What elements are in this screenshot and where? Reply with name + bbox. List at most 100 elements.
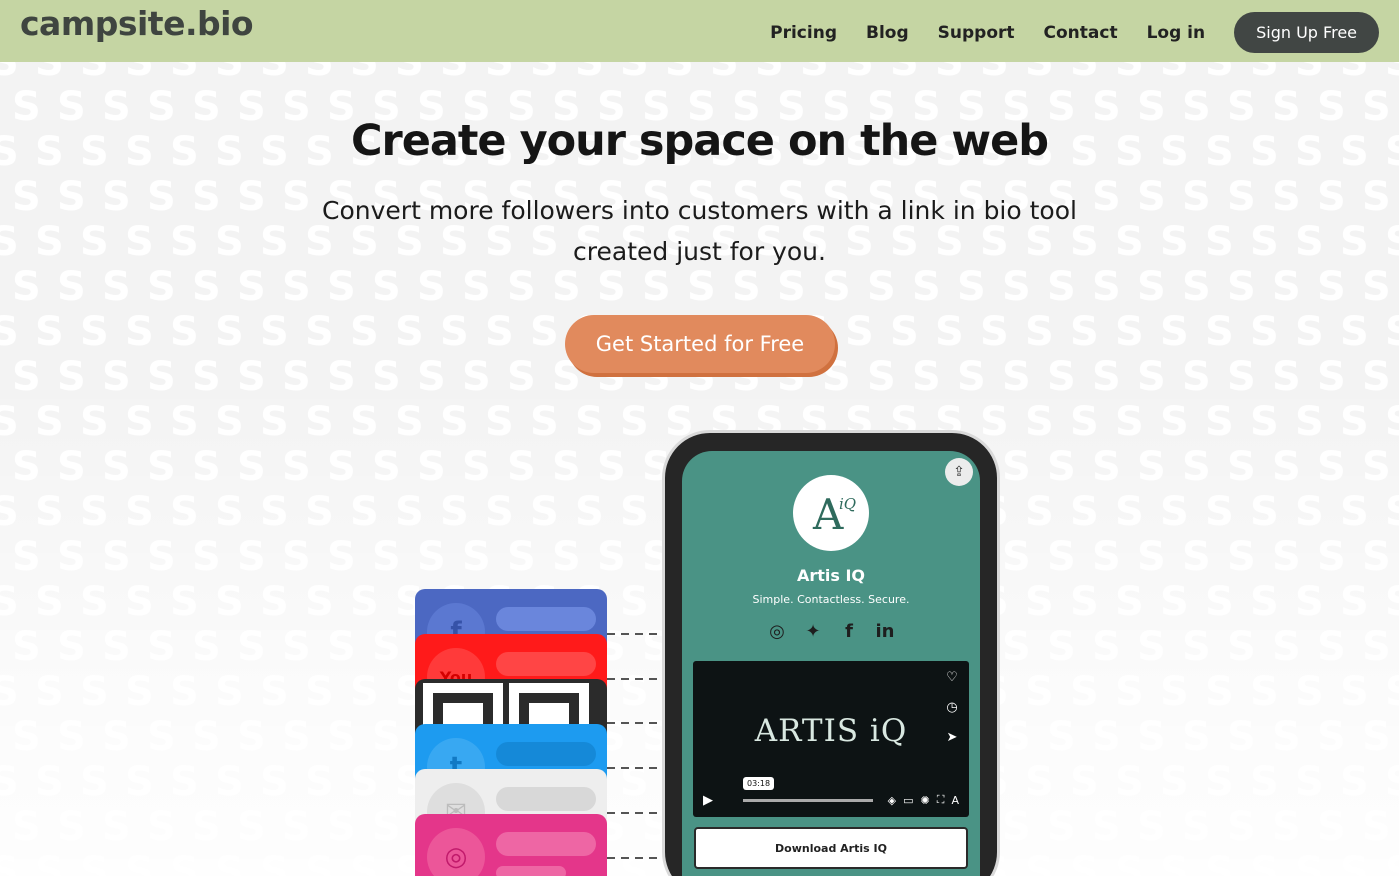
pattern-s-mark: S bbox=[57, 174, 86, 220]
pattern-s-mark: S bbox=[125, 309, 154, 355]
pattern-s-mark: S bbox=[1070, 62, 1099, 85]
pattern-s-mark: S bbox=[1115, 309, 1144, 355]
settings-icon[interactable]: ✺ bbox=[921, 794, 930, 807]
pattern-s-mark: S bbox=[1227, 264, 1256, 310]
pattern-s-mark: S bbox=[35, 309, 64, 355]
pattern-s-mark: S bbox=[170, 309, 199, 355]
pattern-s-mark: S bbox=[305, 309, 334, 355]
video-side-actions: ♡ ◷ ➤ bbox=[941, 667, 963, 757]
pattern-s-mark: S bbox=[822, 264, 851, 310]
pattern-s-mark: S bbox=[417, 264, 446, 310]
pattern-s-mark: S bbox=[1070, 309, 1099, 355]
pattern-s-mark: S bbox=[372, 264, 401, 310]
download-button[interactable]: Download Artis IQ bbox=[694, 827, 968, 869]
pattern-s-mark: S bbox=[1295, 309, 1324, 355]
pattern-s-mark: S bbox=[125, 219, 154, 265]
linkedin-icon[interactable]: in bbox=[874, 621, 896, 643]
pattern-s-mark: S bbox=[665, 62, 694, 85]
logo[interactable]: campsite.bio bbox=[20, 4, 254, 43]
send-icon[interactable]: ➤ bbox=[941, 727, 963, 749]
pattern-s-mark: S bbox=[395, 309, 424, 355]
profile-tagline: Simple. Contactless. Secure. bbox=[752, 593, 910, 606]
nav-login[interactable]: Log in bbox=[1147, 23, 1206, 43]
pattern-s-mark: S bbox=[1272, 174, 1301, 220]
pattern-s-mark: S bbox=[1385, 222, 1399, 262]
play-icon[interactable]: ▶ bbox=[703, 793, 723, 808]
social-icons: ◎ ✦ f in bbox=[682, 621, 980, 643]
pattern-s-mark: S bbox=[1250, 309, 1279, 355]
pattern-s-mark: S bbox=[1362, 174, 1391, 220]
progress-bar[interactable] bbox=[743, 798, 873, 802]
pattern-s-mark: S bbox=[597, 264, 626, 310]
nav-support[interactable]: Support bbox=[938, 23, 1015, 43]
profile-name: Artis IQ bbox=[796, 566, 866, 585]
share-icon[interactable]: ⇪ bbox=[945, 458, 973, 486]
captions-icon[interactable]: ▭ bbox=[903, 794, 913, 807]
pattern-s-mark: S bbox=[440, 309, 469, 355]
pattern-s-mark: S bbox=[327, 264, 356, 310]
link-cards-stack: f You t ✉ ◎ bbox=[415, 589, 607, 876]
heart-icon[interactable]: ♡ bbox=[941, 667, 963, 689]
pattern-s-mark: S bbox=[890, 309, 919, 355]
pattern-s-mark: S bbox=[305, 62, 334, 85]
pattern-s-mark: S bbox=[102, 174, 131, 220]
pattern-s-mark: S bbox=[530, 62, 559, 85]
pattern-s-mark: S bbox=[80, 219, 109, 265]
pattern-s-mark: S bbox=[0, 309, 19, 355]
main-nav: Pricing Blog Support Contact Log in Sign… bbox=[770, 12, 1379, 53]
pattern-s-mark: S bbox=[845, 309, 874, 355]
connector-line bbox=[607, 767, 663, 769]
pattern-s-mark: S bbox=[350, 309, 379, 355]
pattern-s-mark: S bbox=[170, 219, 199, 265]
pattern-s-mark: S bbox=[80, 309, 109, 355]
pattern-s-mark: S bbox=[530, 309, 559, 355]
pattern-s-mark: S bbox=[282, 264, 311, 310]
pattern-s-mark: S bbox=[215, 62, 244, 85]
twitter-icon[interactable]: ✦ bbox=[802, 621, 824, 643]
pattern-s-mark: S bbox=[912, 264, 941, 310]
pattern-s-mark: S bbox=[1025, 62, 1054, 85]
pattern-s-mark: S bbox=[1362, 264, 1391, 310]
pattern-s-mark: S bbox=[147, 264, 176, 310]
pattern-s-mark: S bbox=[732, 264, 761, 310]
pattern-s-mark: S bbox=[1160, 219, 1189, 265]
pattern-s-mark: S bbox=[215, 309, 244, 355]
pattern-s-mark: S bbox=[12, 174, 41, 220]
pattern-s-mark: S bbox=[1092, 264, 1121, 310]
get-started-button[interactable]: Get Started for Free bbox=[565, 315, 835, 373]
fullscreen-icon[interactable]: ⛶ bbox=[937, 793, 945, 807]
signup-button[interactable]: Sign Up Free bbox=[1234, 12, 1379, 53]
video-controls: ▶ ◈ ▭ ✺ ⛶ A bbox=[693, 783, 969, 817]
pattern-s-mark: S bbox=[1250, 62, 1279, 85]
pattern-s-mark: S bbox=[1385, 312, 1399, 352]
facebook-icon[interactable]: f bbox=[838, 621, 860, 643]
mute-icon[interactable]: ◈ bbox=[888, 794, 896, 807]
nav-blog[interactable]: Blog bbox=[866, 23, 909, 43]
pattern-s-mark: S bbox=[1047, 264, 1076, 310]
phone-screen: ⇪ A iQ Artis IQ Simple. Contactless. Sec… bbox=[682, 451, 980, 876]
clock-icon[interactable]: ◷ bbox=[941, 697, 963, 719]
pattern-s-mark: S bbox=[777, 264, 806, 310]
pattern-s-mark: S bbox=[260, 62, 289, 85]
pattern-s-mark: S bbox=[980, 309, 1009, 355]
pattern-s-mark: S bbox=[935, 309, 964, 355]
video-title: ARTIS iQ bbox=[754, 713, 908, 749]
connector-line bbox=[607, 678, 663, 680]
pattern-s-mark: S bbox=[125, 62, 154, 85]
pattern-s-mark: S bbox=[1295, 219, 1324, 265]
pattern-s-mark: S bbox=[192, 174, 221, 220]
pattern-s-mark: S bbox=[1160, 309, 1189, 355]
avatar: A iQ bbox=[793, 475, 869, 551]
pattern-s-mark: S bbox=[1025, 309, 1054, 355]
phone-mockup: ⇪ A iQ Artis IQ Simple. Contactless. Sec… bbox=[662, 430, 1000, 876]
pattern-s-mark: S bbox=[102, 264, 131, 310]
pattern-s-mark: S bbox=[845, 62, 874, 85]
pattern-s-mark: S bbox=[1137, 264, 1166, 310]
connector-line bbox=[607, 633, 663, 635]
pattern-s-mark: S bbox=[215, 219, 244, 265]
pattern-s-mark: S bbox=[1002, 264, 1031, 310]
video-player[interactable]: ARTIS iQ ♡ ◷ ➤ 03:18 ▶ ◈ ▭ ✺ ⛶ A bbox=[693, 661, 969, 817]
instagram-icon[interactable]: ◎ bbox=[766, 621, 788, 643]
nav-pricing[interactable]: Pricing bbox=[770, 23, 837, 43]
nav-contact[interactable]: Contact bbox=[1044, 23, 1118, 43]
